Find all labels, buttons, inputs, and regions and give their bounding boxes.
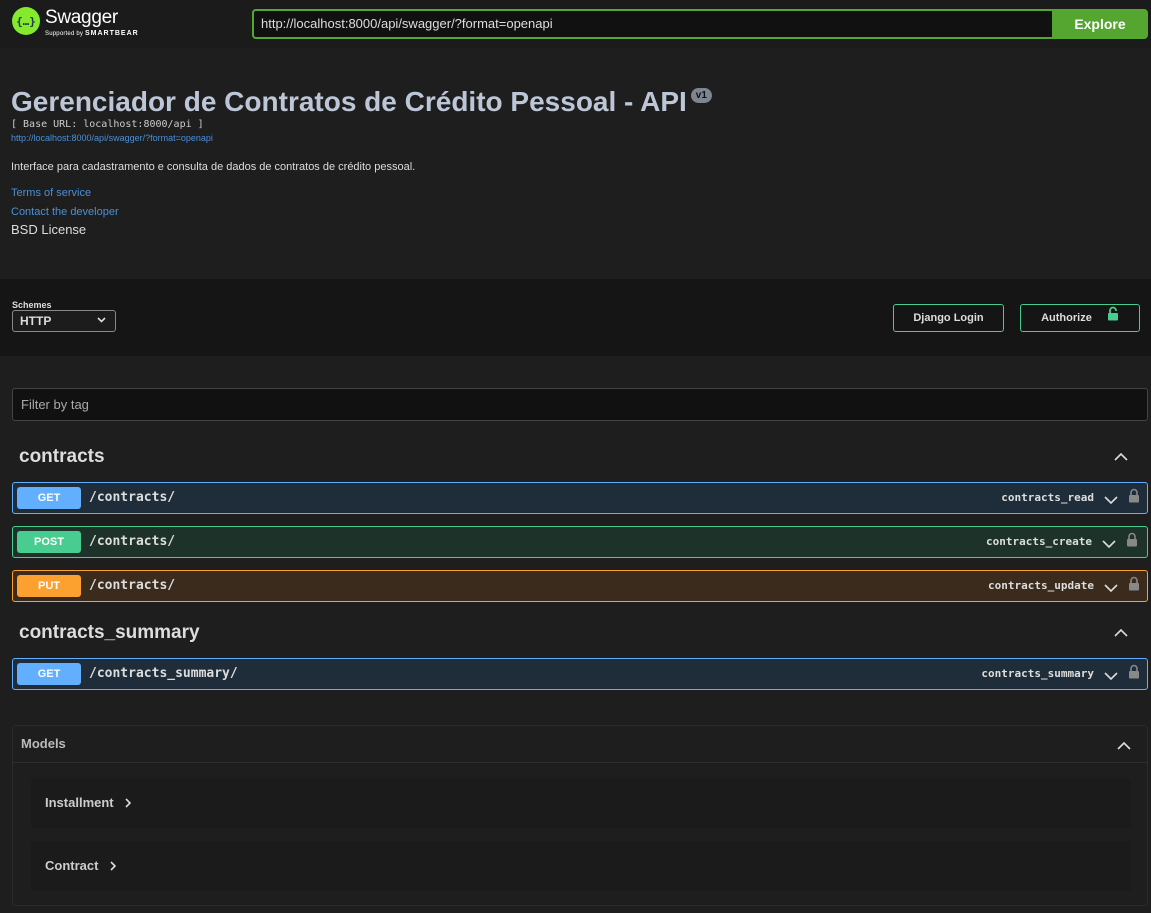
chevron-up-icon[interactable] <box>1114 448 1128 466</box>
operation-path: /contracts/ <box>89 490 176 505</box>
models-header[interactable]: Models <box>13 726 1147 763</box>
tag-contracts[interactable]: contracts <box>12 438 1148 474</box>
model-name: Installment <box>45 795 114 810</box>
django-login-button[interactable]: Django Login <box>893 304 1004 332</box>
filter-by-tag-input[interactable]: Filter by tag <box>12 388 1148 421</box>
tag-contracts-summary[interactable]: contracts_summary <box>12 614 1148 650</box>
scheme-container: Schemes HTTP Django Login Authorize <box>0 279 1151 356</box>
operation-path: /contracts/ <box>89 534 176 549</box>
operation-post-contracts[interactable]: POST /contracts/ contracts_create <box>12 526 1148 558</box>
tag-name: contracts <box>19 446 105 467</box>
chevron-right-icon[interactable] <box>125 796 132 811</box>
model-installment[interactable]: Installment <box>31 778 1131 828</box>
models-title: Models <box>21 736 66 751</box>
authorize-button[interactable]: Authorize <box>1020 304 1140 332</box>
chevron-right-icon[interactable] <box>110 859 117 874</box>
contact-developer-link[interactable]: Contact the developer <box>11 206 712 218</box>
swagger-logo-icon: {…} <box>12 7 40 35</box>
model-contract[interactable]: Contract <box>31 841 1131 891</box>
chevron-up-icon[interactable] <box>1117 737 1131 755</box>
api-description: Interface para cadastramento e consulta … <box>11 161 416 173</box>
operation-id: contracts_update <box>988 579 1094 592</box>
chevron-down-icon[interactable] <box>1104 580 1118 598</box>
method-badge: GET <box>17 663 81 685</box>
method-badge: POST <box>17 531 81 553</box>
operation-put-contracts[interactable]: PUT /contracts/ contracts_update <box>12 570 1148 602</box>
operation-id: contracts_create <box>986 535 1092 548</box>
schemes-label: Schemes <box>12 300 52 310</box>
method-badge: GET <box>17 487 81 509</box>
tag-name: contracts_summary <box>19 622 200 643</box>
models-section: Models Installment Contract <box>12 725 1148 906</box>
lock-icon[interactable] <box>1126 532 1138 552</box>
chevron-down-icon[interactable] <box>1104 492 1118 510</box>
chevron-up-icon[interactable] <box>1114 624 1128 642</box>
explore-button[interactable]: Explore <box>1052 9 1148 39</box>
operation-get-contracts-summary[interactable]: GET /contracts_summary/ contracts_summar… <box>12 658 1148 690</box>
method-badge: PUT <box>17 575 81 597</box>
top-bar: {…} Swagger Supported by SMARTBEAR http:… <box>0 0 1151 48</box>
base-url: [ Base URL: localhost:8000/api ] <box>11 119 204 130</box>
operation-path: /contracts/ <box>89 578 176 593</box>
lock-icon[interactable] <box>1128 576 1140 596</box>
lock-icon[interactable] <box>1128 488 1140 508</box>
license-label: BSD License <box>11 222 87 237</box>
version-badge: v1 <box>690 88 712 103</box>
operation-get-contracts[interactable]: GET /contracts/ contracts_read <box>12 482 1148 514</box>
lock-icon[interactable] <box>1128 664 1140 684</box>
operation-id: contracts_read <box>1001 491 1094 504</box>
chevron-down-icon[interactable] <box>1104 668 1118 686</box>
api-info: Gerenciador de Contratos de Crédito Pess… <box>11 86 712 237</box>
lock-icon <box>1107 305 1119 331</box>
logo-name: Swagger <box>45 7 118 28</box>
operation-id: contracts_summary <box>981 667 1094 680</box>
spec-url-input[interactable]: http://localhost:8000/api/swagger/?forma… <box>252 9 1054 39</box>
chevron-down-icon[interactable] <box>1102 536 1116 554</box>
model-name: Contract <box>45 858 99 873</box>
logo-supported-by: Supported by SMARTBEAR <box>45 30 139 37</box>
page-title: Gerenciador de Contratos de Crédito Pess… <box>11 86 712 118</box>
schemes-select[interactable]: HTTP <box>12 310 116 332</box>
terms-of-service-link[interactable]: Terms of service <box>11 187 712 199</box>
swagger-logo[interactable]: {…} Swagger Supported by SMARTBEAR <box>12 7 139 37</box>
spec-link[interactable]: http://localhost:8000/api/swagger/?forma… <box>11 133 712 143</box>
operation-path: /contracts_summary/ <box>89 666 238 681</box>
chevron-down-icon <box>97 311 106 331</box>
